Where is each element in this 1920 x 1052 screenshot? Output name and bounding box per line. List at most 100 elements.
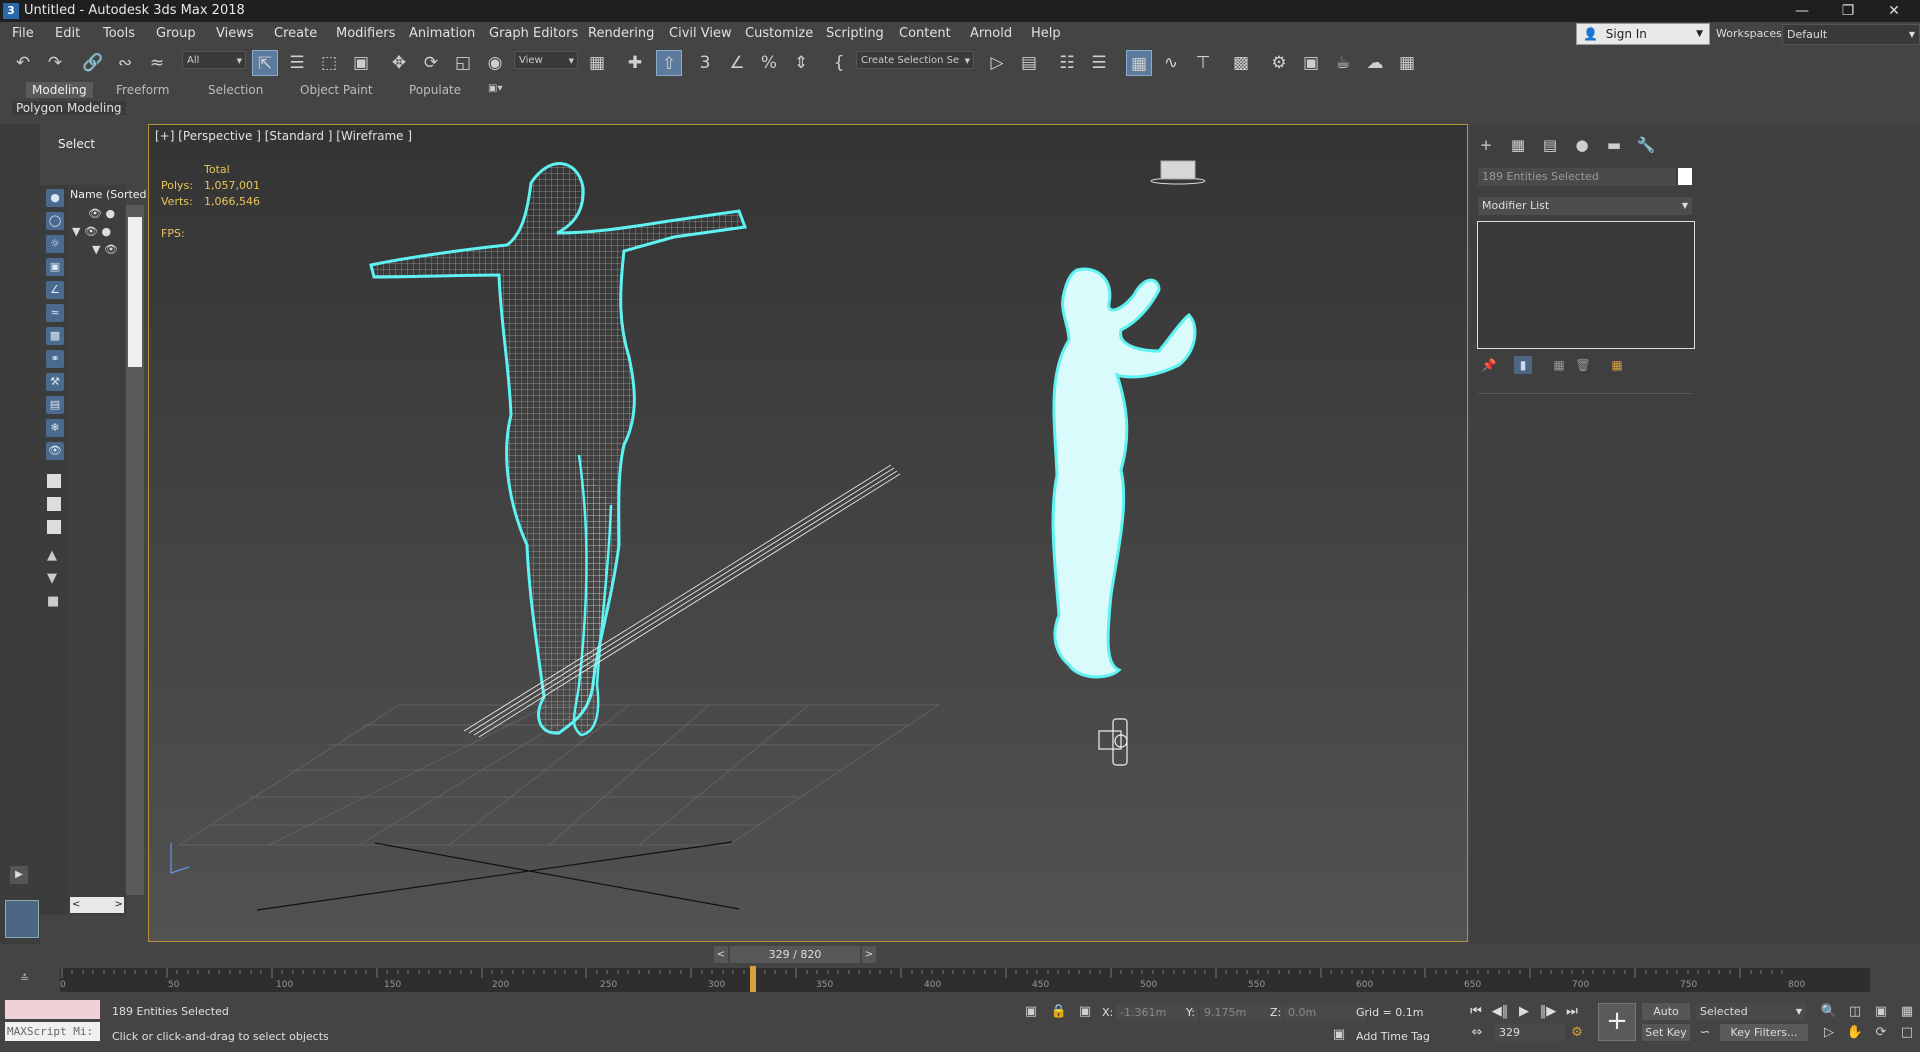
- time-configuration-icon[interactable]: ⚙: [1568, 1024, 1586, 1042]
- tree-row-3[interactable]: ▼ 👁: [92, 243, 118, 256]
- maxscript-listener-output[interactable]: [5, 1000, 100, 1019]
- display-invert-icon[interactable]: [47, 520, 61, 534]
- workspace-select[interactable]: Default ▼: [1782, 24, 1920, 45]
- maximize-viewport-icon[interactable]: □: [1898, 1024, 1916, 1042]
- visibility-icon[interactable]: 👁: [104, 243, 118, 256]
- keyboard-shortcut-override-icon[interactable]: ⇧: [656, 50, 682, 76]
- go-to-start-icon[interactable]: ⏮: [1466, 1003, 1486, 1021]
- filter-icon[interactable]: ▼: [47, 571, 57, 586]
- hierarchy-tab-icon[interactable]: ▤: [1539, 134, 1561, 156]
- viewcube-icon[interactable]: [1149, 157, 1207, 187]
- show-end-result-icon[interactable]: ▮: [1514, 356, 1532, 374]
- freeze-icon[interactable]: ●: [101, 225, 111, 238]
- key-filters-button[interactable]: Key Filters...: [1720, 1024, 1808, 1041]
- named-selection-dropdown[interactable]: Create Selection Se ▼: [856, 51, 974, 69]
- freeze-icon[interactable]: ●: [105, 207, 115, 220]
- pin-stack-icon[interactable]: 📌: [1480, 356, 1498, 374]
- scroll-left-icon[interactable]: <: [72, 899, 80, 910]
- previous-frame-icon[interactable]: <: [714, 946, 728, 963]
- selection-filter-dropdown[interactable]: All ▼: [182, 51, 246, 69]
- current-frame-field[interactable]: 329: [1495, 1024, 1565, 1041]
- track-bar[interactable]: [60, 968, 1870, 992]
- scrollbar-thumb[interactable]: [128, 217, 142, 367]
- menu-customize[interactable]: Customize: [745, 26, 813, 41]
- pivot-center-icon[interactable]: ▦: [584, 50, 610, 76]
- tab-freeform[interactable]: Freeform: [110, 82, 175, 98]
- menu-tools[interactable]: Tools: [103, 26, 135, 41]
- display-none-icon[interactable]: [47, 497, 61, 511]
- layout-expand-icon[interactable]: ▶: [10, 866, 28, 884]
- zoom-icon[interactable]: 🔍: [1820, 1003, 1838, 1021]
- schematic-view-icon[interactable]: ⊤: [1190, 50, 1216, 76]
- toggle-ribbon-icon[interactable]: ▦: [1126, 50, 1152, 76]
- zoom-extents-icon[interactable]: ▣: [1872, 1003, 1890, 1021]
- display-hidden-icon[interactable]: 👁: [46, 442, 64, 460]
- key-mode-toggle-icon[interactable]: ⇔: [1468, 1024, 1486, 1042]
- menu-scripting[interactable]: Scripting: [826, 26, 884, 41]
- spinner-snap-icon[interactable]: ⇕: [788, 50, 814, 76]
- expand-icon[interactable]: ▼: [92, 243, 100, 256]
- display-all-icon[interactable]: [47, 474, 61, 488]
- display-groups-icon[interactable]: ▩: [46, 327, 64, 345]
- modifier-stack[interactable]: [1477, 221, 1695, 349]
- toggle-scene-explorer-icon[interactable]: ☷: [1054, 50, 1080, 76]
- edit-named-selection-icon[interactable]: {: [826, 50, 852, 76]
- time-slider[interactable]: 329 / 820: [730, 946, 860, 963]
- link-icon[interactable]: 🔗: [80, 50, 106, 76]
- set-key-button[interactable]: Set Key: [1642, 1024, 1690, 1041]
- visibility-icon[interactable]: 👁: [88, 207, 102, 220]
- display-bones-icon[interactable]: ⚒: [46, 373, 64, 391]
- track-bar-toggle-icon[interactable]: ≛: [20, 972, 29, 985]
- play-icon[interactable]: ▶: [1514, 1003, 1534, 1021]
- select-and-place-icon[interactable]: ◉: [482, 50, 508, 76]
- auto-key-button[interactable]: Auto Key: [1642, 1003, 1690, 1035]
- select-object-icon[interactable]: ⇱: [252, 50, 278, 76]
- display-space-warps-icon[interactable]: ≈: [46, 304, 64, 322]
- modify-tab-icon[interactable]: ▦: [1507, 134, 1529, 156]
- menu-edit[interactable]: Edit: [55, 26, 80, 41]
- display-lights-icon[interactable]: ☼: [46, 235, 64, 253]
- align-icon[interactable]: ▤: [1016, 50, 1042, 76]
- rendered-frame-window-icon[interactable]: ▣: [1298, 50, 1324, 76]
- visibility-icon[interactable]: 👁: [84, 225, 98, 238]
- menu-rendering[interactable]: Rendering: [588, 26, 654, 41]
- curve-editor-icon[interactable]: ∿: [1158, 50, 1184, 76]
- menu-views[interactable]: Views: [216, 26, 254, 41]
- object-color-swatch[interactable]: [1678, 168, 1692, 185]
- percent-snap-icon[interactable]: %: [756, 50, 782, 76]
- sort-icon[interactable]: ■: [47, 594, 59, 609]
- menu-create[interactable]: Create: [274, 26, 317, 41]
- menu-help[interactable]: Help: [1031, 26, 1061, 41]
- display-object-xrefs-icon[interactable]: ⚭: [46, 350, 64, 368]
- restore-icon[interactable]: ❐: [1828, 1, 1868, 21]
- zoom-all-icon[interactable]: ◫: [1846, 1003, 1864, 1021]
- display-tab-icon[interactable]: ▬: [1603, 134, 1625, 156]
- select-by-name-icon[interactable]: ☰: [284, 50, 310, 76]
- add-time-tag-button[interactable]: Add Time Tag: [1356, 1030, 1430, 1043]
- previous-key-icon[interactable]: ◀‖: [1490, 1003, 1510, 1021]
- window-crossing-icon[interactable]: ▣: [348, 50, 374, 76]
- tab-modeling[interactable]: Modeling: [26, 82, 93, 98]
- angle-snap-icon[interactable]: ∠: [724, 50, 750, 76]
- undo-icon[interactable]: ↶: [10, 50, 36, 76]
- reference-coordinate-dropdown[interactable]: View ▼: [514, 51, 578, 69]
- rectangular-selection-icon[interactable]: ⬚: [316, 50, 342, 76]
- select-and-rotate-icon[interactable]: ⟳: [418, 50, 444, 76]
- menu-content[interactable]: Content: [899, 26, 951, 41]
- go-to-end-icon[interactable]: ⏭: [1562, 1003, 1582, 1021]
- toggle-layer-explorer-icon[interactable]: ☰: [1086, 50, 1112, 76]
- current-time-marker[interactable]: [750, 966, 756, 992]
- display-particles-icon[interactable]: ❄: [46, 419, 64, 437]
- layer-filter-icon[interactable]: ▲: [47, 548, 57, 563]
- absolute-mode-icon[interactable]: ▣: [1076, 1003, 1094, 1021]
- render-in-cloud-icon[interactable]: ☁: [1362, 50, 1388, 76]
- menu-group[interactable]: Group: [156, 26, 196, 41]
- maxscript-mini-listener[interactable]: MAXScript Mi:: [5, 1022, 100, 1041]
- key-mode-dropdown[interactable]: Selected ▼: [1696, 1003, 1806, 1020]
- menu-graph-editors[interactable]: Graph Editors: [489, 26, 578, 41]
- manipulate-icon[interactable]: ✚: [622, 50, 648, 76]
- expand-icon[interactable]: ▼: [72, 225, 80, 238]
- tab-object-paint[interactable]: Object Paint: [294, 82, 379, 98]
- display-cameras-icon[interactable]: ▣: [46, 258, 64, 276]
- perspective-viewport[interactable]: [+] [Perspective ] [Standard ] [Wirefram…: [148, 124, 1468, 942]
